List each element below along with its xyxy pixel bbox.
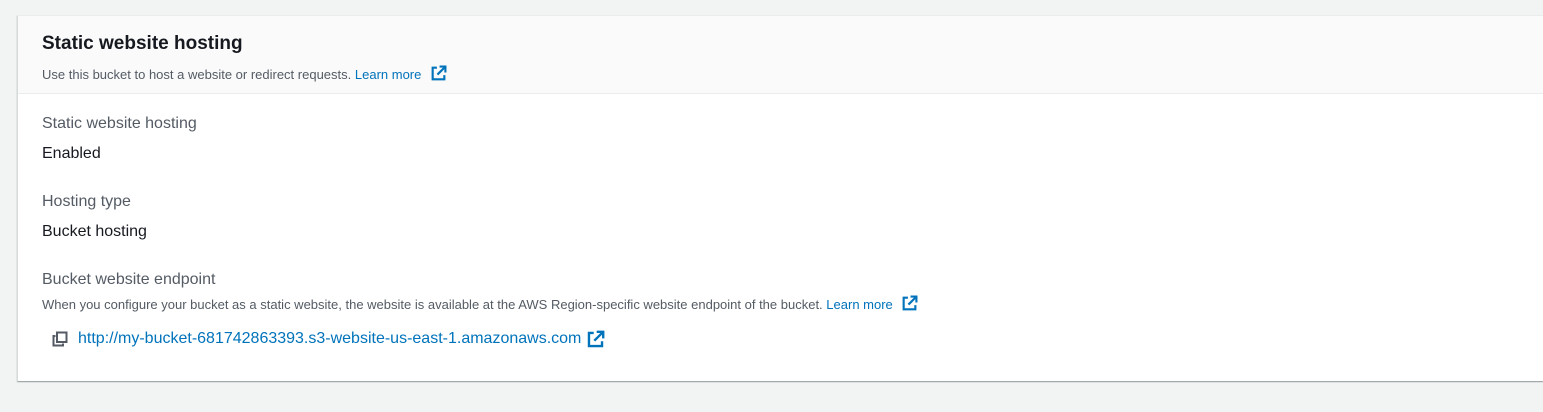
static-website-hosting-panel: Static website hosting Use this bucket t…: [17, 15, 1543, 381]
endpoint-label: Bucket website endpoint: [42, 271, 216, 288]
hosting-type-value: Bucket hosting: [42, 223, 147, 240]
hosting-status-label: Static website hosting: [42, 115, 197, 132]
endpoint-row: http://my-bucket-681742863393.s3-website…: [50, 329, 605, 349]
panel-header: Static website hosting Use this bucket t…: [18, 16, 1543, 94]
external-link-icon[interactable]: [586, 330, 605, 349]
panel-title: Static website hosting: [42, 33, 243, 54]
endpoint-description-text: When you configure your bucket as a stat…: [42, 297, 823, 312]
endpoint-learn-more-link[interactable]: Learn more: [826, 295, 918, 312]
external-link-icon: [903, 295, 918, 311]
header-learn-more-label: Learn more: [354, 67, 422, 82]
external-link-icon: [431, 65, 447, 81]
copy-icon: [52, 331, 68, 347]
hosting-status-value: Enabled: [42, 145, 101, 162]
endpoint-description: When you configure your bucket as a stat…: [42, 295, 918, 314]
panel-description-text: Use this bucket to host a website or red…: [42, 67, 352, 82]
endpoint-learn-more-label: Learn more: [826, 297, 893, 312]
copy-endpoint-button[interactable]: [50, 329, 70, 349]
header-learn-more-link[interactable]: Learn more: [354, 65, 447, 82]
hosting-type-label: Hosting type: [42, 193, 131, 210]
panel-description: Use this bucket to host a website or red…: [42, 65, 447, 84]
endpoint-url-link[interactable]: http://my-bucket-681742863393.s3-website…: [78, 329, 581, 349]
